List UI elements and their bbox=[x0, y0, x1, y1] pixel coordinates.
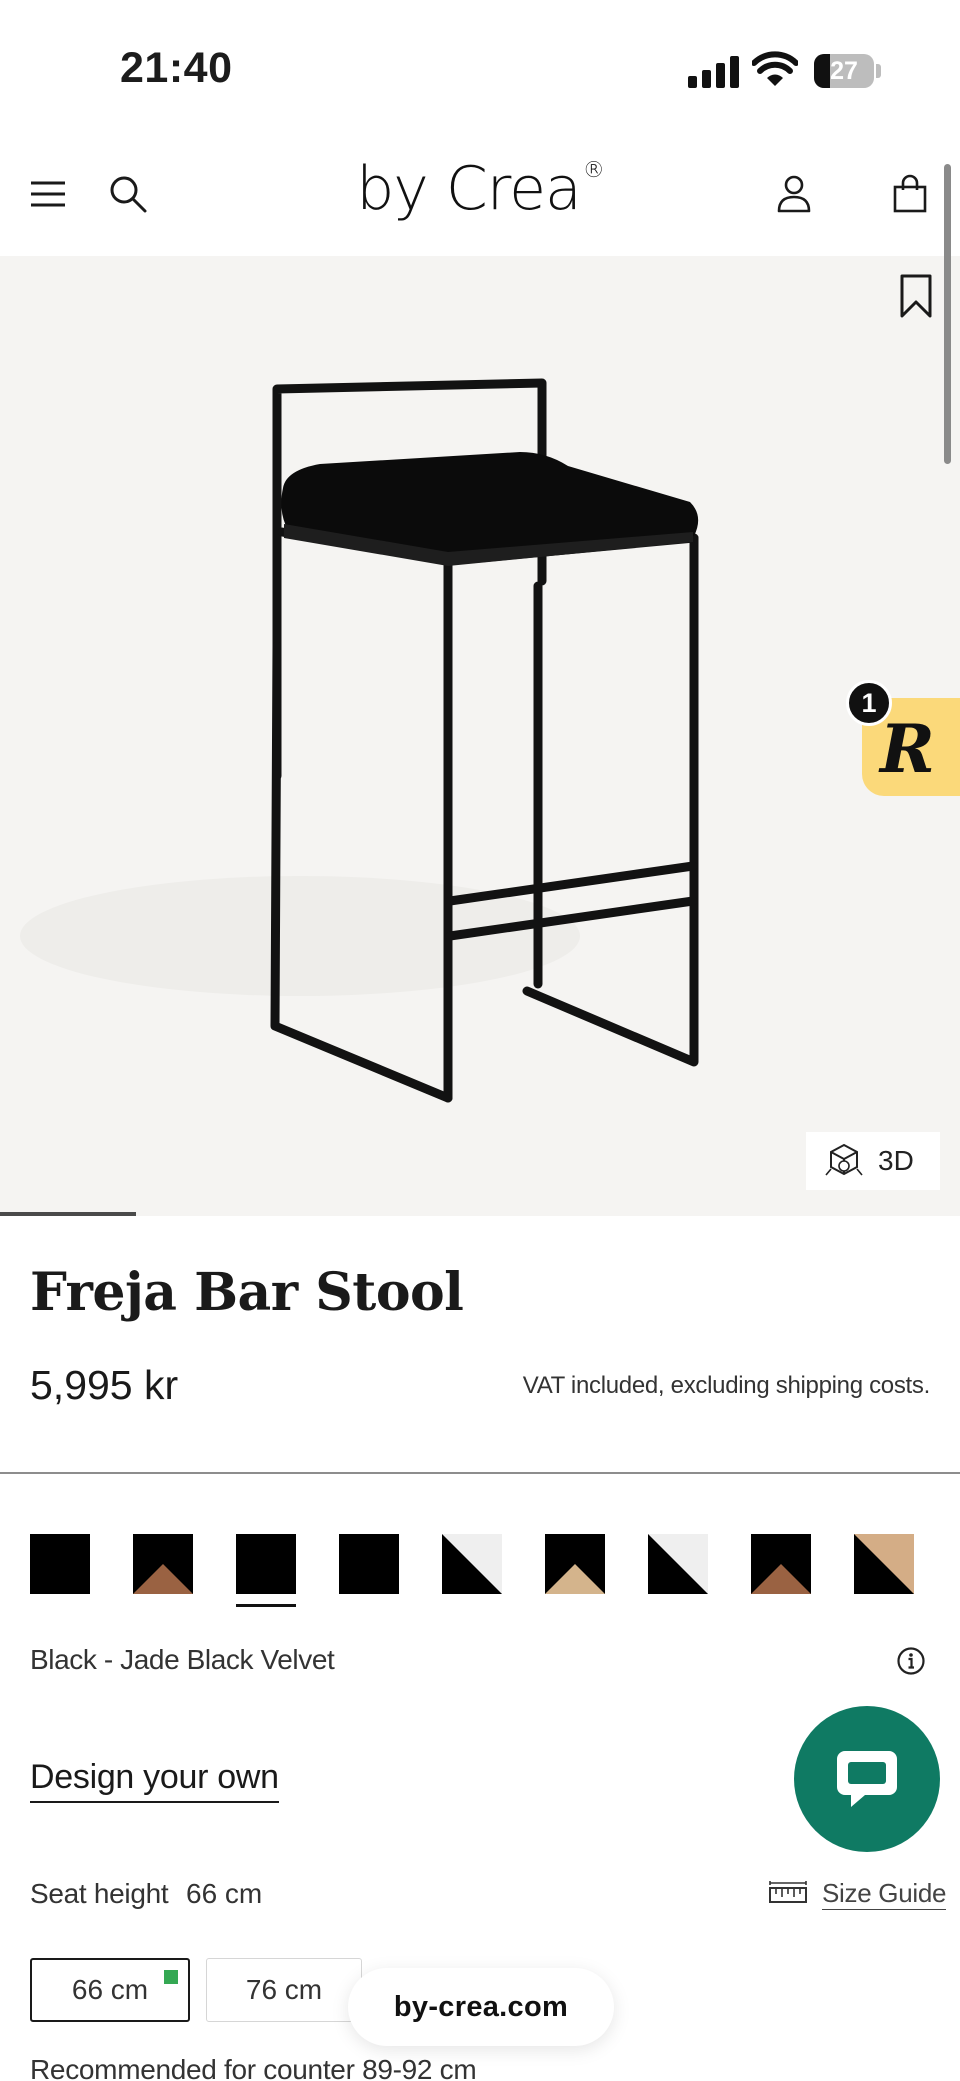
recommendation-text: Recommended for counter 89-92 cm bbox=[30, 2054, 477, 2081]
swatch-fabric-preview bbox=[133, 1564, 193, 1594]
ruler-icon bbox=[769, 1881, 807, 1903]
color-swatch[interactable] bbox=[854, 1534, 914, 1594]
color-swatch-list bbox=[30, 1534, 942, 1607]
wifi-icon bbox=[752, 51, 798, 86]
browser-url-bar[interactable]: by-crea.com bbox=[348, 1968, 614, 2046]
view-3d-label: 3D bbox=[878, 1145, 914, 1176]
seat-height-label: Seat height bbox=[30, 1878, 169, 1909]
cart-icon bbox=[893, 174, 927, 213]
selected-color-name: Black - Jade Black Velvet bbox=[30, 1644, 335, 1675]
color-swatch[interactable] bbox=[339, 1534, 399, 1594]
battery-icon: 27 bbox=[814, 54, 874, 88]
gallery-progress-track bbox=[0, 1212, 960, 1216]
rewards-count-badge: 1 bbox=[846, 680, 892, 726]
swatch-fabric-preview bbox=[339, 1534, 399, 1594]
chat-button[interactable] bbox=[794, 1706, 940, 1852]
selected-swatch-underline bbox=[236, 1604, 296, 1607]
color-swatch[interactable] bbox=[648, 1534, 708, 1594]
account-button[interactable] bbox=[766, 166, 822, 222]
status-bar: 21:40 27 bbox=[0, 0, 960, 130]
color-swatch[interactable] bbox=[133, 1534, 193, 1594]
page-scrollbar[interactable] bbox=[944, 164, 951, 464]
size-guide-link[interactable]: Size Guide bbox=[768, 1876, 946, 1912]
section-divider bbox=[0, 1472, 960, 1474]
swatch-fabric-preview bbox=[545, 1564, 605, 1594]
seat-height-value: 66 cm bbox=[186, 1878, 263, 1909]
swatch-fabric-preview bbox=[30, 1534, 90, 1594]
swatch-fabric-preview bbox=[442, 1534, 502, 1594]
color-swatch[interactable] bbox=[442, 1534, 502, 1594]
swatch-fabric-preview bbox=[854, 1534, 914, 1594]
status-time: 21:40 bbox=[120, 44, 233, 92]
swatch-fabric-preview bbox=[751, 1564, 811, 1594]
option-label: 76 cm bbox=[245, 1974, 323, 2005]
design-your-own-link[interactable]: Design your own bbox=[30, 1758, 279, 1803]
view-3d-button[interactable]: 3D bbox=[806, 1132, 940, 1190]
color-swatch[interactable] bbox=[545, 1534, 605, 1594]
seat-height-option-66[interactable]: 66 cm bbox=[30, 1958, 190, 2022]
option-label: 66 cm bbox=[71, 1974, 149, 2005]
swatch-fabric-preview bbox=[236, 1534, 296, 1594]
in-stock-indicator bbox=[164, 1970, 178, 1984]
swatch-fabric-preview bbox=[648, 1534, 708, 1594]
registered-mark: ® bbox=[582, 158, 605, 183]
battery-percent: 27 bbox=[830, 57, 858, 85]
gallery-progress-fill bbox=[0, 1212, 137, 1216]
color-swatch[interactable] bbox=[751, 1534, 811, 1594]
battery-tip bbox=[876, 64, 881, 78]
vat-note: VAT included, excluding shipping costs. bbox=[522, 1372, 931, 1399]
3d-cube-icon bbox=[825, 1143, 863, 1176]
chat-bubble-icon bbox=[837, 1751, 897, 1807]
size-guide-label: Size Guide bbox=[822, 1878, 947, 1910]
site-header: by Crea® bbox=[0, 130, 960, 256]
product-image-gallery[interactable]: R 1 3D bbox=[0, 164, 960, 1216]
account-icon bbox=[777, 175, 811, 213]
product-title: Freja Bar Stool bbox=[30, 1262, 464, 1323]
logo-text: by Crea bbox=[356, 154, 582, 224]
product-image bbox=[20, 378, 699, 1103]
color-swatch[interactable] bbox=[30, 1534, 90, 1594]
seat-height-option-76[interactable]: 76 cm bbox=[206, 1958, 362, 2022]
product-price: 5,995 kr bbox=[30, 1362, 179, 1408]
color-swatch[interactable] bbox=[236, 1534, 296, 1594]
cart-button[interactable] bbox=[882, 166, 938, 222]
cellular-signal-icon bbox=[688, 54, 740, 88]
info-icon[interactable] bbox=[896, 1646, 926, 1676]
rewards-letter: R bbox=[880, 710, 935, 788]
bookmark-icon[interactable] bbox=[894, 272, 938, 322]
